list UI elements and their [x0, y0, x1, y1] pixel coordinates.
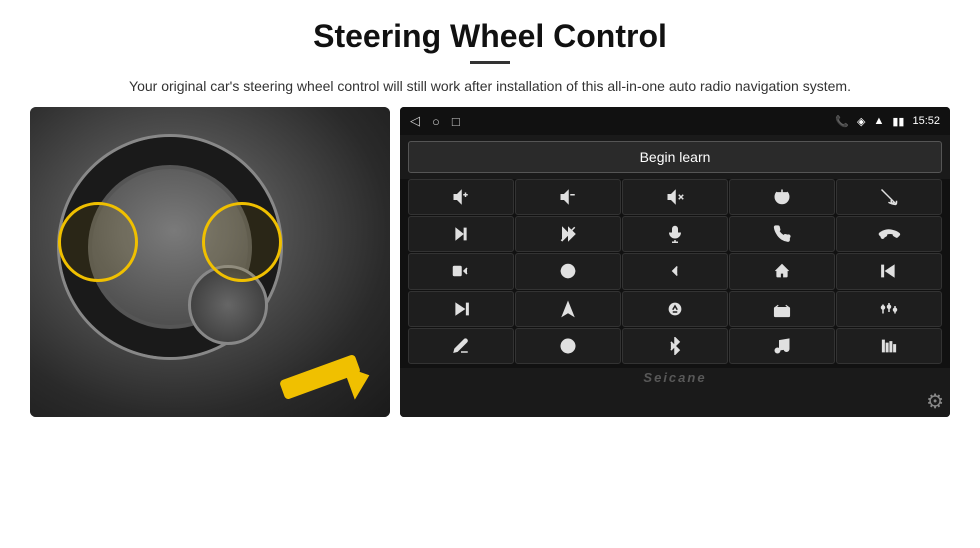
wifi-icon: ▲ [873, 115, 884, 127]
steering-wheel-image [30, 107, 390, 417]
bars-button[interactable] [836, 328, 942, 364]
back-btn[interactable] [622, 253, 728, 289]
call-button[interactable] [729, 216, 835, 252]
gear-row: ⚙ [400, 387, 950, 417]
next-track-button[interactable] [408, 216, 514, 252]
sw-arrow [260, 342, 380, 402]
android-screen: ◁ ○ □ 📞 ◈ ▲ ▮▮ 15:52 Begin learn [400, 107, 950, 417]
equalizer-button[interactable] [836, 291, 942, 327]
vol-up-button[interactable] [408, 179, 514, 215]
back-nav-btn[interactable]: ◁ [410, 113, 420, 129]
controls-grid: 360 [400, 179, 950, 368]
sw-circle-right-highlight [202, 202, 282, 282]
ff-mute-button[interactable] [515, 216, 621, 252]
svg-text:360: 360 [564, 270, 570, 274]
bluetooth-button[interactable] [622, 328, 728, 364]
settings-gear-icon[interactable]: ⚙ [926, 389, 944, 414]
hangup-button[interactable] [836, 216, 942, 252]
sw-circle-left-highlight [58, 202, 138, 282]
vol-down-button[interactable] [515, 179, 621, 215]
time-display: 15:52 [912, 115, 940, 127]
watermark-text: Seicane [643, 370, 706, 385]
360-button[interactable]: 360 [515, 253, 621, 289]
mic-button[interactable] [622, 216, 728, 252]
seicane-watermark: Seicane [400, 368, 950, 387]
speaker-button[interactable] [408, 253, 514, 289]
title-divider [470, 61, 510, 64]
status-right: 📞 ◈ ▲ ▮▮ 15:52 [835, 115, 940, 128]
music-button[interactable]: ♫ [729, 328, 835, 364]
rewind-button[interactable] [836, 253, 942, 289]
page-title: Steering Wheel Control [60, 18, 920, 55]
location-icon: ◈ [857, 115, 865, 128]
home-nav-btn[interactable]: ○ [432, 114, 440, 129]
content-area: ◁ ○ □ 📞 ◈ ▲ ▮▮ 15:52 Begin learn [0, 107, 980, 548]
home-btn[interactable] [729, 253, 835, 289]
status-bar: ◁ ○ □ 📞 ◈ ▲ ▮▮ 15:52 [400, 107, 950, 135]
arrow-head [343, 358, 376, 399]
radio-button[interactable] [729, 291, 835, 327]
phone-icon: 📞 [835, 115, 849, 128]
nav-button[interactable] [515, 291, 621, 327]
page-container: Steering Wheel Control Your original car… [0, 0, 980, 548]
begin-learn-row: Begin learn [400, 135, 950, 179]
header-section: Steering Wheel Control Your original car… [0, 0, 980, 107]
phone-prev-button[interactable] [836, 179, 942, 215]
eject-button[interactable] [622, 291, 728, 327]
target-button[interactable] [515, 328, 621, 364]
status-left: ◁ ○ □ [410, 113, 460, 129]
ff2-button[interactable] [408, 291, 514, 327]
power-button[interactable] [729, 179, 835, 215]
mute-button[interactable] [622, 179, 728, 215]
battery-icon: ▮▮ [892, 115, 904, 128]
subtitle: Your original car's steering wheel contr… [100, 76, 880, 97]
pen-button[interactable] [408, 328, 514, 364]
recents-nav-btn[interactable]: □ [452, 114, 460, 129]
begin-learn-button[interactable]: Begin learn [408, 141, 942, 173]
